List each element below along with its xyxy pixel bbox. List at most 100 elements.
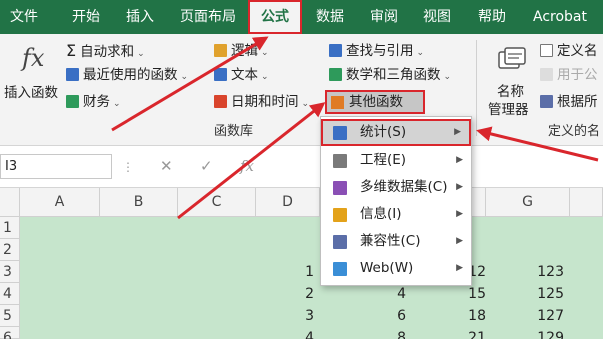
chevron-down-icon: ⌄ xyxy=(349,97,357,107)
tab-acrobat[interactable]: Acrobat xyxy=(533,0,587,34)
chevron-down-icon: ⌄ xyxy=(113,99,121,109)
defined-names-group-label: 定义的名 xyxy=(548,124,601,139)
submenu-arrow-icon: ▶ xyxy=(456,236,463,246)
menu-item-compatibility[interactable]: 兼容性(C) ▶ xyxy=(321,228,471,255)
text-button[interactable]: 文本 ⌄ xyxy=(214,64,269,86)
logical-book-icon xyxy=(214,44,227,57)
more-functions-menu: 统计(S) ▶ 工程(E) ▶ 多维数据集(C) ▶ 信息(I) ▶ 兼容性(C… xyxy=(320,116,472,286)
autosum-button[interactable]: Σ 自动求和 ⌄ xyxy=(66,40,145,62)
cell-d5[interactable]: 3 xyxy=(296,305,314,327)
cell-g4[interactable]: 125 xyxy=(530,283,564,305)
cell-e4[interactable]: 4 xyxy=(390,283,406,305)
enter-icon[interactable]: ✓ xyxy=(200,154,213,179)
tab-home[interactable]: 开始 xyxy=(72,0,100,34)
tab-help[interactable]: 帮助 xyxy=(478,0,506,34)
cell-g6[interactable]: 129 xyxy=(530,327,564,339)
row-header-1[interactable]: 1 xyxy=(0,217,20,239)
menu-item-label: 工程(E) xyxy=(360,152,407,168)
submenu-arrow-icon: ▶ xyxy=(456,155,463,165)
datetime-label: 日期和时间 xyxy=(231,94,299,110)
name-manager-button-line2[interactable]: 管理器 xyxy=(488,98,529,118)
web-icon xyxy=(333,262,347,276)
select-all-corner[interactable] xyxy=(0,188,20,217)
menu-item-web[interactable]: Web(W) ▶ xyxy=(321,255,471,282)
function-library-group-label: 函数库 xyxy=(214,124,254,139)
column-header-d[interactable]: D xyxy=(256,188,320,217)
info-icon xyxy=(333,208,347,222)
cell-e6[interactable]: 8 xyxy=(390,327,406,339)
math-trig-button[interactable]: 数学和三角函数 ⌄ xyxy=(329,64,451,86)
row-header-6[interactable]: 6 xyxy=(0,327,20,339)
column-header-b[interactable]: B xyxy=(100,188,178,217)
chevron-down-icon: ⌄ xyxy=(261,48,269,58)
datetime-button[interactable]: 日期和时间 ⌄ xyxy=(214,91,309,113)
text-label: 文本 xyxy=(231,67,258,83)
cell-d4[interactable]: 2 xyxy=(296,283,314,305)
menu-item-engineering[interactable]: 工程(E) ▶ xyxy=(321,147,471,174)
create-from-selection-button[interactable]: 根据所 xyxy=(540,91,598,113)
menu-item-information[interactable]: 信息(I) ▶ xyxy=(321,201,471,228)
tab-review[interactable]: 审阅 xyxy=(370,0,398,34)
tab-data[interactable]: 数据 xyxy=(316,0,344,34)
column-header-a[interactable]: A xyxy=(20,188,100,217)
tab-insert[interactable]: 插入 xyxy=(126,0,154,34)
cancel-icon[interactable]: ✕ xyxy=(160,154,173,179)
menu-item-label: 信息(I) xyxy=(360,206,402,222)
row-header-2[interactable]: 2 xyxy=(0,239,20,261)
logical-button[interactable]: 逻辑 ⌄ xyxy=(214,40,269,62)
column-header-g[interactable]: G xyxy=(486,188,570,217)
menu-item-label: 统计(S) xyxy=(360,124,407,140)
cell-d3[interactable]: 1 xyxy=(296,261,314,283)
worksheet-grid[interactable]: A B C D G 1 2 3 4 5 6 1 2 3 4 2 4 6 8 12… xyxy=(0,188,603,339)
name-manager-button[interactable]: 名称 xyxy=(497,80,524,100)
more-functions-button[interactable]: 其他函数 ⌄ xyxy=(325,90,425,114)
submenu-arrow-icon: ▶ xyxy=(456,209,463,219)
math-book-icon xyxy=(329,68,342,81)
column-header-c[interactable]: C xyxy=(178,188,256,217)
lookup-reference-button[interactable]: 查找与引用 ⌄ xyxy=(329,40,424,62)
cell-f4[interactable]: 15 xyxy=(462,283,486,305)
row-header-4[interactable]: 4 xyxy=(0,283,20,305)
tab-view[interactable]: 视图 xyxy=(423,0,451,34)
cell-g3[interactable]: 123 xyxy=(530,261,564,283)
menu-item-label: 兼容性(C) xyxy=(360,233,421,249)
chevron-down-icon: ⌄ xyxy=(416,48,425,58)
stats-chart-icon xyxy=(333,126,347,140)
use-in-formula-button[interactable]: 用于公 xyxy=(540,64,598,86)
lookup-book-icon xyxy=(329,44,342,57)
define-name-button[interactable]: 定义名 xyxy=(540,40,598,62)
logical-label: 逻辑 xyxy=(231,43,258,59)
row-header-5[interactable]: 5 xyxy=(0,305,20,327)
tab-file[interactable]: 文件 xyxy=(10,0,38,34)
formula-tag-icon xyxy=(540,68,553,81)
cell-e5[interactable]: 6 xyxy=(390,305,406,327)
name-box[interactable]: I3 xyxy=(0,154,112,179)
submenu-arrow-icon: ▶ xyxy=(454,127,461,137)
use-in-formula-label: 用于公 xyxy=(557,67,598,83)
insert-function-icon[interactable]: fx xyxy=(22,44,44,72)
insert-function-button[interactable]: 插入函数 xyxy=(4,81,58,101)
cell-f6[interactable]: 21 xyxy=(462,327,486,339)
financial-book-icon xyxy=(66,95,79,108)
column-header-h[interactable] xyxy=(570,188,603,217)
engineering-icon xyxy=(333,154,347,168)
cell-g5[interactable]: 127 xyxy=(530,305,564,327)
recent-functions-button[interactable]: 最近使用的函数 ⌄ xyxy=(66,64,188,86)
menu-item-statistical[interactable]: 统计(S) ▶ xyxy=(321,119,471,146)
cube-icon xyxy=(333,181,347,195)
tag-icon xyxy=(540,44,553,57)
name-manager-icon xyxy=(498,47,526,69)
menu-item-cube[interactable]: 多维数据集(C) ▶ xyxy=(321,174,471,201)
text-book-icon xyxy=(214,68,227,81)
row-header-3[interactable]: 3 xyxy=(0,261,20,283)
cell-f5[interactable]: 18 xyxy=(462,305,486,327)
cell-d6[interactable]: 4 xyxy=(296,327,314,339)
tab-page-layout[interactable]: 页面布局 xyxy=(180,0,236,34)
menu-item-label: Web(W) xyxy=(360,260,414,276)
autosum-label: 自动求和 xyxy=(80,44,135,60)
financial-button[interactable]: 财务 ⌄ xyxy=(66,91,121,113)
resize-dots-icon[interactable]: ⋮ xyxy=(122,160,134,174)
insert-function-fx-icon[interactable]: fx xyxy=(240,154,254,179)
create-from-selection-label: 根据所 xyxy=(557,94,598,110)
sigma-icon: Σ xyxy=(66,41,77,60)
